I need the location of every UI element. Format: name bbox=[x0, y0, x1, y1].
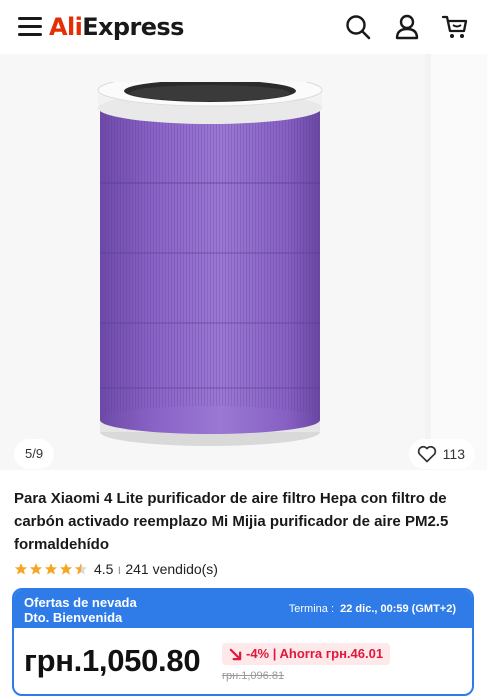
discount-badge: -4% | Ahorra грн.46.01 bbox=[222, 643, 391, 665]
discount-arrow-icon bbox=[229, 648, 242, 660]
promo-label-welcome: Dto. Bienvenida bbox=[24, 610, 123, 625]
gallery-slide-current[interactable]: 5/9 bbox=[0, 54, 425, 470]
star-icon bbox=[59, 563, 73, 575]
cart-icon[interactable] bbox=[441, 13, 469, 41]
promo-ends-label: Termina : bbox=[288, 603, 335, 615]
promo-countdown: Termina : 22 dic., 00:59 (GMT+2) bbox=[289, 602, 456, 616]
top-header: AliExpress bbox=[0, 0, 487, 54]
rating-stars bbox=[14, 562, 88, 576]
logo-brand-text: Ali bbox=[49, 13, 83, 41]
rating-row[interactable]: 4.5 ı 241 vendido(s) bbox=[14, 559, 218, 579]
heart-icon bbox=[417, 445, 436, 463]
rating-separator: ı bbox=[117, 561, 122, 577]
rating-value: 4.5 bbox=[94, 561, 114, 577]
product-gallery[interactable]: 5/9 113 bbox=[0, 54, 487, 470]
promo-banner: Ofertas de nevada Dto. Bienvenida Termin… bbox=[14, 590, 472, 628]
promo-price-box: Ofertas de nevada Dto. Bienvenida Termin… bbox=[12, 588, 474, 696]
search-icon[interactable] bbox=[344, 13, 372, 41]
wishlist-count: 113 bbox=[442, 446, 465, 462]
star-icon bbox=[29, 563, 43, 575]
original-price: грн.1,096.81 bbox=[222, 670, 285, 682]
current-price: грн.1,050.80 bbox=[24, 643, 201, 678]
gallery-slide-next-peek[interactable] bbox=[431, 54, 487, 470]
account-icon[interactable] bbox=[393, 13, 421, 41]
gallery-counter: 5/9 bbox=[14, 439, 55, 469]
sold-count: 241 vendido(s) bbox=[125, 561, 218, 577]
promo-label-sale: Ofertas de nevada bbox=[24, 595, 137, 610]
discount-text: -4% | Ahorra грн.46.01 bbox=[246, 646, 384, 661]
logo-rest-text: Express bbox=[82, 13, 184, 41]
wishlist-button[interactable]: 113 bbox=[408, 439, 475, 469]
promo-ends-value: 22 dic., 00:59 (GMT+2) bbox=[340, 603, 456, 615]
aliexpress-logo[interactable]: AliExpress bbox=[49, 11, 184, 43]
product-image bbox=[97, 82, 323, 446]
menu-icon[interactable] bbox=[18, 15, 44, 37]
star-icon bbox=[44, 563, 58, 575]
star-half-icon bbox=[74, 563, 88, 575]
star-icon bbox=[14, 563, 28, 575]
product-title: Para Xiaomi 4 Lite purificador de aire f… bbox=[14, 490, 449, 553]
